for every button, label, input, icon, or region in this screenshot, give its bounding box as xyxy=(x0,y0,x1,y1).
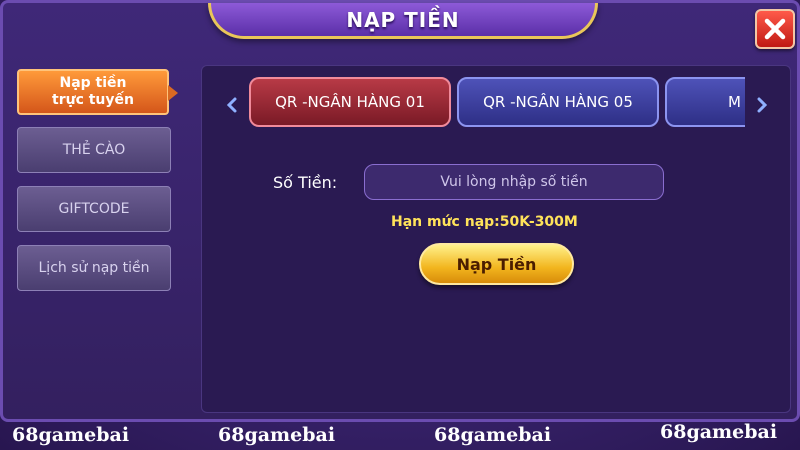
tab-label: QR -NGÂN HÀNG 01 xyxy=(275,93,425,111)
title-banner: NẠP TIỀN xyxy=(208,3,598,39)
submit-label: Nạp Tiền xyxy=(456,254,537,274)
tab-label: QR -NGÂN HÀNG 05 xyxy=(483,93,633,111)
sidebar-label-line1: Nạp tiền xyxy=(59,75,127,91)
sidebar-item-card[interactable]: THẺ CÀO xyxy=(17,127,171,173)
watermark-text: 68gamebai xyxy=(12,424,130,446)
sidebar-item-label: GIFTCODE xyxy=(58,201,130,217)
close-icon xyxy=(764,18,786,40)
chevron-right-icon[interactable] xyxy=(754,96,770,114)
sidebar-item-label: Lịch sử nạp tiền xyxy=(38,260,150,276)
sidebar-item-label: Nạp tiền trực tuyến xyxy=(52,75,134,109)
watermark-text: 68gamebai xyxy=(218,424,336,446)
sidebar-label-line2: trực tuyến xyxy=(52,92,134,108)
bank-tab-strip: QR -NGÂN HÀNG 01 QR -NGÂN HÀNG 05 M xyxy=(248,75,745,131)
deposit-submit-button[interactable]: Nạp Tiền xyxy=(419,243,574,285)
amount-label: Số Tiền: xyxy=(273,173,338,192)
sidebar-item-giftcode[interactable]: GIFTCODE xyxy=(17,186,171,232)
deposit-limit-text: Hạn mức nạp:50K-300M xyxy=(391,214,578,230)
tab-bank-05[interactable]: QR -NGÂN HÀNG 05 xyxy=(457,77,659,127)
dialog-title: NẠP TIỀN xyxy=(346,7,460,32)
tab-bank-partial[interactable]: M xyxy=(665,77,745,127)
watermark-text: 68gamebai xyxy=(434,424,552,446)
chevron-left-icon[interactable] xyxy=(224,96,240,114)
sidebar-item-online-deposit[interactable]: Nạp tiền trực tuyến xyxy=(17,69,178,115)
watermark-text: 68gamebai xyxy=(660,421,778,443)
sidebar-item-history[interactable]: Lịch sử nạp tiền xyxy=(17,245,171,291)
tab-label: M xyxy=(728,93,741,111)
tab-bank-01[interactable]: QR -NGÂN HÀNG 01 xyxy=(249,77,451,127)
sidebar-item-label: THẺ CÀO xyxy=(62,142,126,158)
deposit-dialog: NẠP TIỀN Nạp tiền trực tuyến THẺ CÀO GIF… xyxy=(0,0,800,422)
game-stage: NẠP TIỀN Nạp tiền trực tuyến THẺ CÀO GIF… xyxy=(0,0,800,450)
amount-input[interactable] xyxy=(364,164,664,200)
close-button[interactable] xyxy=(755,9,795,49)
